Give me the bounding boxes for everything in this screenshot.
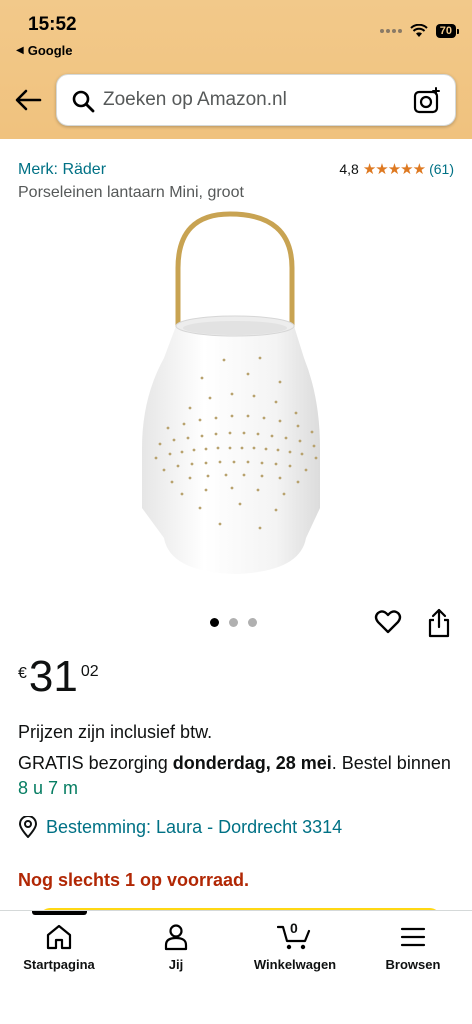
delivery-location-link[interactable]: Bestemming: Laura - Dordrecht 3314 [18, 816, 342, 838]
rating-value: 4,8 [339, 161, 359, 177]
product-image[interactable] [120, 208, 350, 578]
battery-indicator: 70 [435, 24, 460, 38]
delivery-countdown: 8 u 7 m [18, 778, 79, 798]
search-input[interactable]: Zoeken op Amazon.nl [56, 74, 456, 126]
rating-count: (61) [429, 161, 454, 177]
delivery-mid: . Bestel binnen [331, 753, 451, 773]
person-icon [164, 924, 188, 951]
location-pin-icon [18, 816, 38, 838]
carousel-dot-1[interactable] [210, 618, 219, 627]
delivery-prefix: GRATIS bezorging [18, 753, 173, 773]
brand-link[interactable]: Merk: Räder [18, 161, 106, 179]
product-title: Porseleinen lantaarn Mini, groot [18, 184, 244, 201]
back-triangle-icon: ◀ [16, 45, 24, 56]
camera-search-icon[interactable] [413, 87, 441, 115]
wifi-icon [410, 24, 428, 37]
menu-icon [400, 927, 426, 947]
nav-cart[interactable]: 0 Winkelwagen [245, 920, 345, 972]
star-rating-icon: ★★★★★ [362, 161, 426, 178]
carousel-dot-3[interactable] [248, 618, 257, 627]
delivery-info: GRATIS bezorging donderdag, 28 mei. Best… [18, 751, 458, 801]
location-text: Bestemming: Laura - Dordrecht 3314 [46, 816, 343, 837]
price-whole: 31 [28, 652, 78, 701]
search-icon [72, 90, 95, 113]
share-icon[interactable] [426, 608, 452, 638]
stock-status: Nog slechts 1 op voorraad. [18, 870, 250, 890]
app-header: 15:52 ◀ Google 70 Zoeken op Amazon.nl [0, 0, 472, 139]
wishlist-heart-icon[interactable] [374, 608, 402, 636]
nav-home-label: Startpagina [23, 957, 95, 972]
active-tab-indicator [32, 911, 87, 915]
status-time: 15:52 [28, 14, 77, 35]
tax-note: Prijzen zijn inclusief btw. [18, 722, 213, 742]
carousel-dot-2[interactable] [229, 618, 238, 627]
back-to-app-link[interactable]: ◀ Google [16, 43, 72, 58]
cellular-signal-icon [379, 29, 402, 33]
bottom-navigation: Startpagina Jij 0 Winkelwagen Browsen [0, 910, 472, 1024]
product-price: € 31 02 [18, 655, 99, 699]
home-icon [46, 924, 72, 950]
rating-summary[interactable]: 4,8 ★★★★★ (61) [339, 160, 454, 178]
cart-count-badge: 0 [290, 920, 298, 936]
image-carousel-indicator[interactable] [210, 618, 257, 627]
nav-cart-label: Winkelwagen [253, 957, 337, 972]
nav-browse[interactable]: Browsen [363, 923, 463, 972]
nav-browse-label: Browsen [385, 957, 441, 972]
search-placeholder: Zoeken op Amazon.nl [103, 89, 287, 110]
price-currency: € [18, 665, 27, 682]
nav-you-label: Jij [168, 957, 184, 972]
nav-you[interactable]: Jij [126, 923, 226, 972]
status-indicators: 70 [379, 24, 460, 38]
delivery-date: donderdag, 28 mei [172, 753, 332, 773]
back-arrow-icon[interactable] [14, 88, 42, 112]
price-fraction: 02 [80, 663, 99, 680]
nav-home[interactable]: Startpagina [9, 923, 109, 972]
back-app-label: Google [27, 43, 73, 58]
